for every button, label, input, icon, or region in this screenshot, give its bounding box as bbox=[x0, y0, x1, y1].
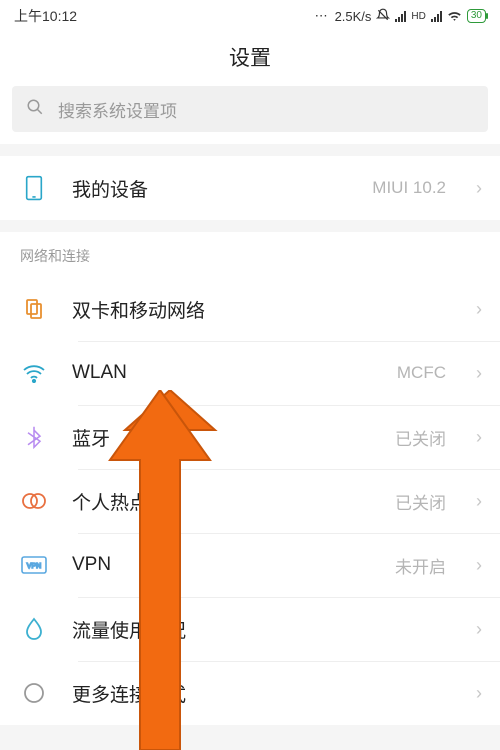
row-label: 更多连接方式 bbox=[72, 680, 452, 707]
chevron-right-icon: › bbox=[476, 299, 482, 320]
row-traffic[interactable]: 流量使用情况 › bbox=[0, 597, 500, 661]
signal-icon bbox=[395, 10, 406, 22]
row-vpn[interactable]: VPN VPN 未开启 › bbox=[0, 533, 500, 597]
vpn-icon: VPN bbox=[20, 551, 48, 579]
row-value: 未开启 bbox=[395, 553, 446, 578]
row-label: VPN bbox=[72, 554, 371, 576]
row-my-device[interactable]: 我的设备 MIUI 10.2 › bbox=[0, 156, 500, 220]
row-value: 已关闭 bbox=[395, 489, 446, 514]
row-label: WLAN bbox=[72, 362, 373, 384]
row-sim[interactable]: 双卡和移动网络 › bbox=[0, 277, 500, 341]
signal-icon-2 bbox=[431, 10, 442, 22]
row-hotspot[interactable]: 个人热点 已关闭 › bbox=[0, 469, 500, 533]
wifi-icon bbox=[20, 359, 48, 387]
sim-icon bbox=[20, 295, 48, 323]
chevron-right-icon: › bbox=[476, 491, 482, 512]
chevron-right-icon: › bbox=[476, 683, 482, 704]
more-connections-icon bbox=[20, 679, 48, 707]
row-wlan[interactable]: WLAN MCFC › bbox=[0, 341, 500, 405]
row-label: 蓝牙 bbox=[72, 424, 371, 451]
row-label: 我的设备 bbox=[72, 175, 348, 202]
status-time: 上午10:12 bbox=[14, 6, 77, 26]
chevron-right-icon: › bbox=[476, 363, 482, 384]
dnd-icon bbox=[376, 8, 390, 25]
row-more-connections[interactable]: 更多连接方式 › bbox=[0, 661, 500, 725]
water-drop-icon bbox=[20, 615, 48, 643]
page-title: 设置 bbox=[0, 32, 500, 86]
hotspot-icon bbox=[20, 487, 48, 515]
status-right: ⋯ 2.5K/s HD 30 bbox=[315, 8, 486, 25]
wifi-icon bbox=[447, 8, 462, 24]
section-network: 网络和连接 bbox=[0, 232, 500, 277]
chevron-right-icon: › bbox=[476, 619, 482, 640]
row-label: 流量使用情况 bbox=[72, 616, 452, 643]
row-value: MCFC bbox=[397, 363, 446, 383]
chevron-right-icon: › bbox=[476, 555, 482, 576]
row-value: 已关闭 bbox=[395, 425, 446, 450]
net-speed: 2.5K/s bbox=[335, 9, 372, 24]
search-icon bbox=[26, 98, 44, 121]
status-bar: 上午10:12 ⋯ 2.5K/s HD 30 bbox=[0, 0, 500, 32]
more-icon: ⋯ bbox=[315, 8, 330, 24]
chevron-right-icon: › bbox=[476, 427, 482, 448]
row-bluetooth[interactable]: 蓝牙 已关闭 › bbox=[0, 405, 500, 469]
chevron-right-icon: › bbox=[476, 178, 482, 199]
row-label: 个人热点 bbox=[72, 488, 371, 515]
row-value: MIUI 10.2 bbox=[372, 178, 446, 198]
device-icon bbox=[20, 174, 48, 202]
row-label: 双卡和移动网络 bbox=[72, 296, 452, 323]
search-placeholder: 搜索系统设置项 bbox=[58, 97, 177, 122]
battery-indicator: 30 bbox=[467, 9, 486, 23]
search-input[interactable]: 搜索系统设置项 bbox=[12, 86, 488, 132]
bluetooth-icon bbox=[20, 423, 48, 451]
svg-text:VPN: VPN bbox=[27, 563, 41, 570]
search-wrap: 搜索系统设置项 bbox=[0, 86, 500, 144]
hd-indicator: HD bbox=[411, 11, 425, 22]
